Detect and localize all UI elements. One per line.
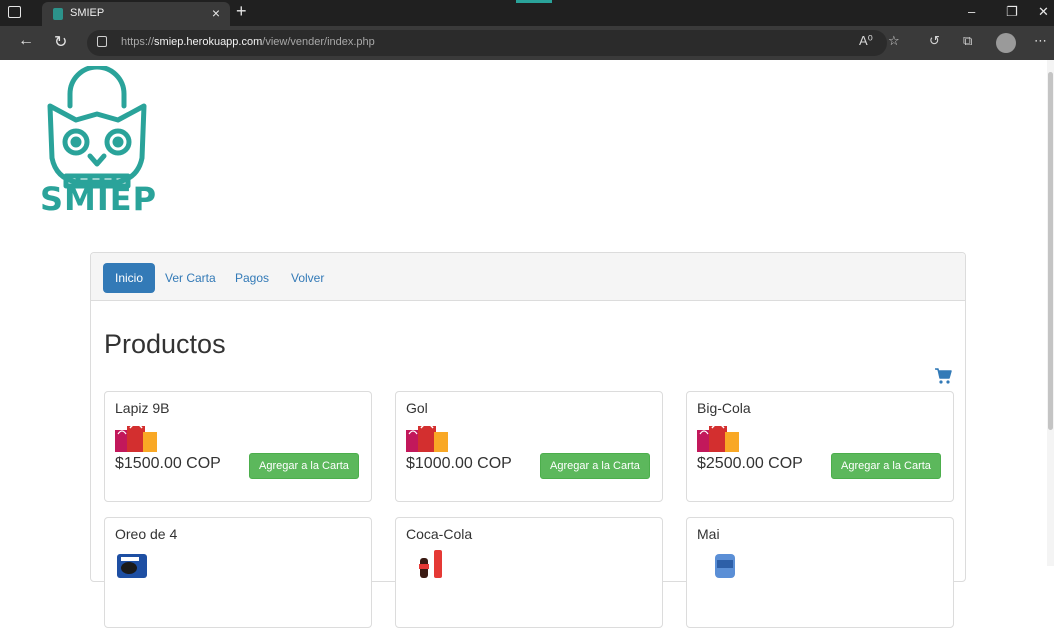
url-text: https://smiep.herokuapp.com/view/vender/…: [121, 36, 375, 48]
product-price: $2500.00 COP: [697, 455, 803, 472]
product-name: Big-Cola: [697, 400, 751, 416]
shopping-cart-icon[interactable]: [934, 367, 952, 385]
product-price: $1000.00 COP: [406, 455, 512, 472]
close-window-icon[interactable]: ✕: [1038, 4, 1049, 20]
product-name: Coca-Cola: [406, 526, 473, 542]
add-to-cart-button[interactable]: Agregar a la Carta: [249, 453, 359, 479]
browser-tab-strip: SMIEP × + – ❐ ✕: [0, 0, 1054, 26]
product-name: Gol: [406, 400, 428, 416]
read-aloud-icon[interactable]: A⁰: [859, 33, 873, 49]
product-card: Coca-Cola: [395, 517, 663, 628]
shopping-bags-icon: [406, 423, 448, 452]
product-card: Mai: [686, 517, 954, 628]
extensions-icon[interactable]: ↺: [929, 33, 940, 49]
product-card: Big-Cola $2500.00 COP Agregar a la Carta: [686, 391, 954, 502]
product-card: Lapiz 9B $1500.00 COP Agregar a la Carta: [104, 391, 372, 502]
address-bar[interactable]: https://smiep.herokuapp.com/view/vender/…: [87, 30, 887, 56]
tab-close-icon[interactable]: ×: [212, 5, 220, 21]
reload-icon[interactable]: ↻: [54, 32, 67, 52]
profile-avatar[interactable]: [996, 33, 1016, 53]
product-price: $1500.00 COP: [115, 455, 221, 472]
lock-icon[interactable]: [97, 36, 107, 47]
minimize-icon[interactable]: –: [968, 4, 975, 19]
nav-pagos[interactable]: Pagos: [223, 263, 281, 293]
coca-cola-bottles-icon: [419, 550, 442, 578]
new-tab-icon[interactable]: +: [236, 1, 247, 22]
snack-bag-icon: [715, 554, 735, 578]
tab-title: SMIEP: [70, 7, 105, 19]
product-name: Lapiz 9B: [115, 400, 170, 416]
favicon-icon: [53, 8, 63, 20]
nav-volver[interactable]: Volver: [279, 263, 336, 293]
product-name: Oreo de 4: [115, 526, 178, 542]
restore-icon[interactable]: ❐: [1006, 4, 1018, 20]
browser-toolbar: ← ↻ https://smiep.herokuapp.com/view/ven…: [0, 26, 1054, 60]
product-card: Oreo de 4: [104, 517, 372, 628]
favorite-icon[interactable]: ☆: [888, 33, 900, 49]
back-arrow-icon[interactable]: ←: [18, 32, 34, 50]
oreo-pack-icon: [117, 554, 147, 578]
nav-pills: Inicio Ver Carta Pagos Volver: [91, 253, 965, 301]
page-scrollbar[interactable]: [1047, 60, 1054, 566]
url-host: smiep.herokuapp.com: [154, 36, 263, 48]
main-panel: Inicio Ver Carta Pagos Volver Productos …: [90, 252, 966, 628]
nav-ver-carta[interactable]: Ver Carta: [153, 263, 228, 293]
scrollbar-thumb[interactable]: [1048, 72, 1053, 430]
page-title: Productos: [104, 329, 226, 359]
browser-tab[interactable]: SMIEP ×: [42, 2, 230, 26]
shopping-bags-icon: [697, 423, 739, 452]
tab-actions-icon[interactable]: [8, 6, 21, 18]
product-card: Gol $1000.00 COP Agregar a la Carta: [395, 391, 663, 502]
add-to-cart-button[interactable]: Agregar a la Carta: [831, 453, 941, 479]
nav-inicio[interactable]: Inicio: [103, 263, 156, 293]
collections-icon[interactable]: ⧉: [963, 33, 972, 49]
product-name: Mai: [697, 526, 720, 542]
more-icon[interactable]: ⋯: [1034, 33, 1047, 49]
add-to-cart-button[interactable]: Agregar a la Carta: [540, 453, 650, 479]
logo-wordmark: SMIEP: [40, 180, 158, 218]
active-indicator: [516, 0, 552, 3]
shopping-bags-icon: [115, 423, 157, 452]
